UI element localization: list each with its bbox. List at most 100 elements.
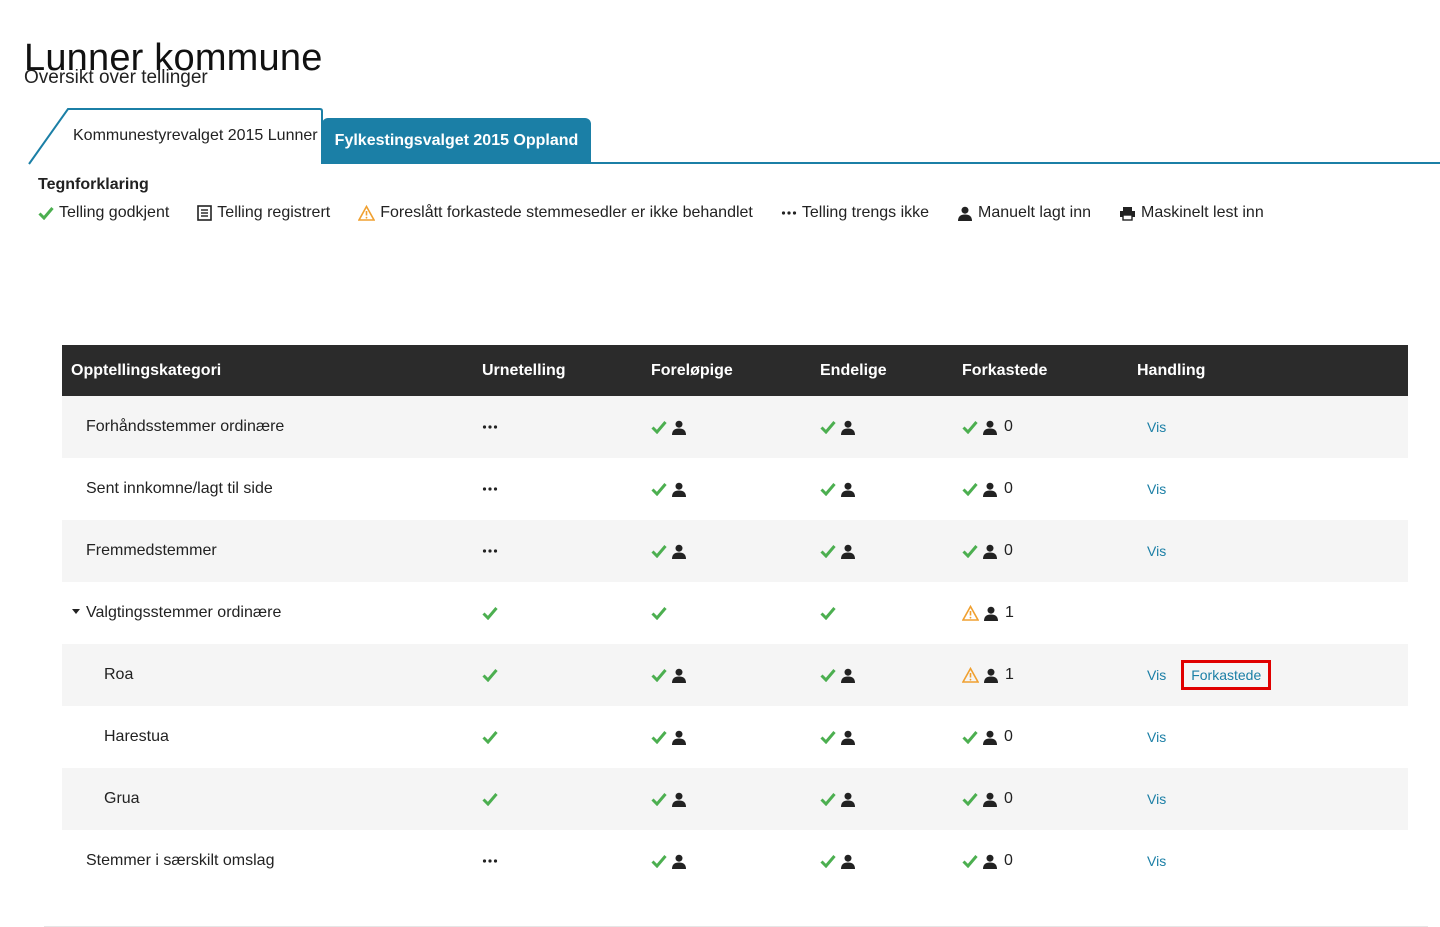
forelopige-cell <box>651 396 687 458</box>
column-header: Endelige <box>820 362 887 379</box>
table-header: Opptellingskategori Urnetelling Foreløpi… <box>62 345 1408 396</box>
person-icon <box>841 854 855 869</box>
forelopige-cell <box>651 830 687 892</box>
ellipsis-icon <box>781 211 796 215</box>
category-cell: Sent innkomne/lagt til side <box>86 458 273 520</box>
forkastede-cell: 0 <box>962 768 1013 830</box>
vis-link[interactable]: Vis <box>1147 667 1166 683</box>
person-icon <box>983 544 997 559</box>
category-name: Forhåndsstemmer ordinære <box>86 418 285 435</box>
legend-label: Telling godkjent <box>59 204 170 221</box>
person-icon <box>958 206 973 221</box>
check-icon <box>651 421 667 434</box>
check-icon <box>820 669 836 682</box>
check-icon <box>38 207 54 220</box>
handling-cell: Vis Forkastede <box>1147 644 1272 706</box>
legend-item: Maskinelt lest inn <box>1119 204 1264 222</box>
handling-cell: Vis <box>1147 706 1166 768</box>
caret-down-icon[interactable] <box>72 608 80 614</box>
forkastede-count: 0 <box>1004 480 1013 497</box>
forkastede-cell: 1 <box>962 644 1014 706</box>
warning-icon <box>358 205 376 221</box>
page-subtitle: Oversikt over tellinger <box>24 67 208 88</box>
forkastede-cell: 0 <box>962 830 1013 892</box>
check-icon <box>820 483 836 496</box>
column-header: Handling <box>1137 362 1206 379</box>
category-cell: Harestua <box>104 706 169 768</box>
category-name: Grua <box>104 790 140 807</box>
table-row: Stemmer i særskilt omslag 0 Vis <box>62 830 1408 892</box>
forkastede-count: 0 <box>1004 418 1013 435</box>
handling-cell: Vis <box>1147 768 1166 830</box>
category-name: Stemmer i særskilt omslag <box>86 852 275 869</box>
legend-label: Manuelt lagt inn <box>978 204 1091 221</box>
legend-item: Telling godkjent <box>38 204 169 222</box>
forkastede-count: 1 <box>1005 666 1014 683</box>
person-icon <box>841 544 855 559</box>
person-icon <box>672 792 686 807</box>
category-name: Sent innkomne/lagt til side <box>86 480 273 497</box>
forkastede-button[interactable]: Forkastede <box>1181 660 1272 690</box>
person-icon <box>672 544 686 559</box>
vis-link[interactable]: Vis <box>1147 543 1166 559</box>
tab-kommunestyrevalget[interactable]: Kommunestyrevalget 2015 Lunner <box>28 108 323 165</box>
person-icon <box>841 420 855 435</box>
tab-fylkestingsvalget[interactable]: Fylkestingsvalget 2015 Oppland <box>322 118 591 163</box>
vis-link[interactable]: Vis <box>1147 419 1166 435</box>
legend-title: Tegnforklaring <box>38 176 149 193</box>
person-icon <box>672 730 686 745</box>
table-row: Valgtingsstemmer ordinære 1 <box>62 582 1408 644</box>
check-icon <box>651 483 667 496</box>
vis-link[interactable]: Vis <box>1147 729 1166 745</box>
endelige-cell <box>820 768 856 830</box>
check-icon <box>962 731 978 744</box>
check-icon <box>482 607 498 620</box>
urnetelling-cell <box>482 830 498 892</box>
tellinger-table: Opptellingskategori Urnetelling Foreløpi… <box>62 345 1408 892</box>
check-icon <box>651 545 667 558</box>
check-icon <box>651 669 667 682</box>
person-icon <box>983 420 997 435</box>
forkastede-count: 0 <box>1004 790 1013 807</box>
urnetelling-cell <box>482 396 498 458</box>
forkastede-cell: 0 <box>962 706 1013 768</box>
forkastede-cell: 1 <box>962 582 1014 644</box>
vis-link[interactable]: Vis <box>1147 481 1166 497</box>
person-icon <box>672 482 686 497</box>
table-row: Harestua 0 Vis <box>62 706 1408 768</box>
table-row: Sent innkomne/lagt til side 0 Vis <box>62 458 1408 520</box>
endelige-cell <box>820 396 856 458</box>
urnetelling-cell <box>482 644 498 706</box>
vis-link[interactable]: Vis <box>1147 791 1166 807</box>
category-cell: Fremmedstemmer <box>86 520 217 582</box>
person-icon <box>841 668 855 683</box>
legend-label: Telling trengs ikke <box>801 204 930 221</box>
check-icon <box>962 855 978 868</box>
check-icon <box>820 607 836 620</box>
category-cell[interactable]: Valgtingsstemmer ordinære <box>72 582 281 644</box>
legend-item: Foreslått forkastede stemmesedler er ikk… <box>358 204 753 222</box>
check-icon <box>820 545 836 558</box>
legend-label: Foreslått forkastede stemmesedler er ikk… <box>380 204 753 221</box>
legend-item: Manuelt lagt inn <box>957 204 1091 222</box>
warning-icon <box>962 605 979 621</box>
person-icon <box>983 792 997 807</box>
person-icon <box>841 730 855 745</box>
person-icon <box>841 482 855 497</box>
handling-cell: Vis <box>1147 396 1166 458</box>
vis-link[interactable]: Vis <box>1147 853 1166 869</box>
endelige-cell <box>820 644 856 706</box>
legend-label: Maskinelt lest inn <box>1141 204 1264 221</box>
legend-label: Telling registrert <box>217 204 331 221</box>
check-icon <box>482 793 498 806</box>
urnetelling-cell <box>482 706 498 768</box>
table-body: Forhåndsstemmer ordinære 0 Vis Sent innkomn… <box>62 396 1408 892</box>
check-icon <box>962 545 978 558</box>
category-name: Roa <box>104 666 134 683</box>
check-icon <box>820 421 836 434</box>
handling-cell: Vis <box>1147 520 1166 582</box>
table-row: Grua 0 Vis <box>62 768 1408 830</box>
category-name: Harestua <box>104 728 169 745</box>
check-icon <box>651 731 667 744</box>
forkastede-count: 1 <box>1005 604 1014 621</box>
